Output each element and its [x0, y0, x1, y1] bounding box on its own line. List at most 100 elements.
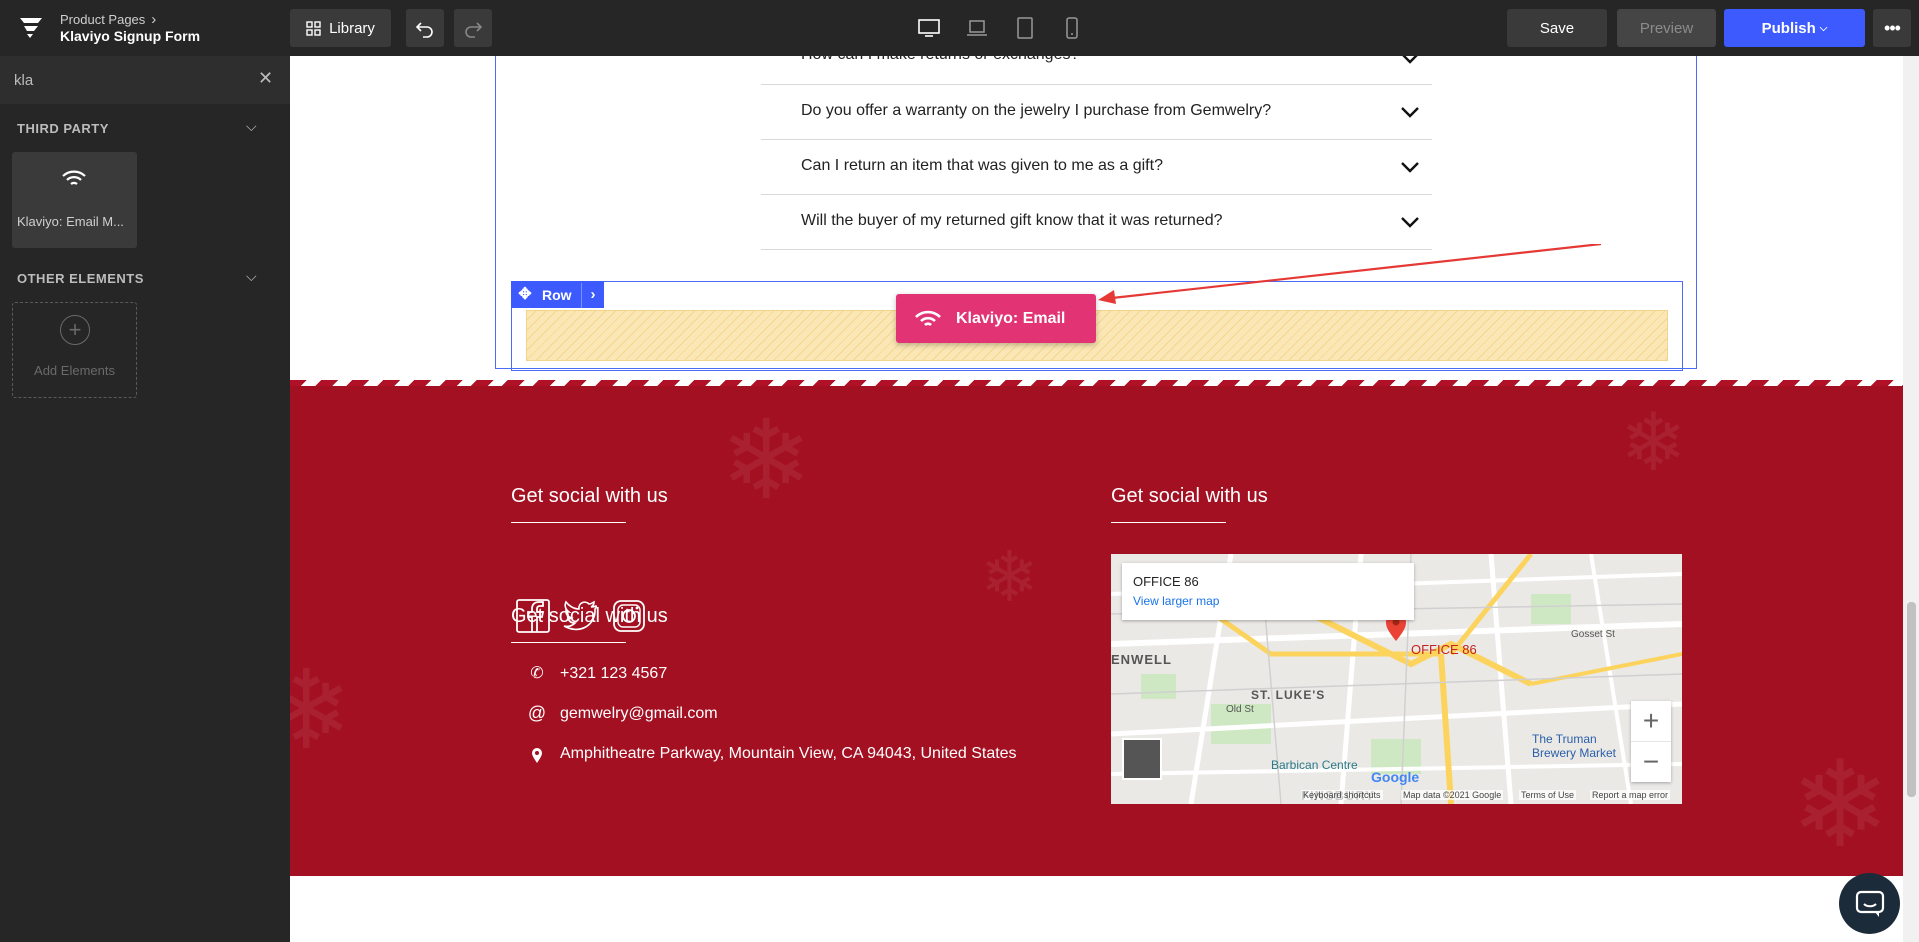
terms-of-use-link[interactable]: Terms of Use [1519, 790, 1577, 800]
element-search: ✕ [0, 56, 290, 104]
publish-label: Publish [1761, 19, 1816, 37]
map-label: Barbican Centre [1271, 758, 1358, 772]
wifi-icon [62, 170, 86, 185]
app-logo-icon[interactable] [18, 14, 44, 40]
row-label: Row [542, 287, 572, 303]
snowflake-icon: ❄ [980, 536, 1039, 618]
more-options-button[interactable]: ••• [1873, 9, 1911, 47]
divider [761, 194, 1432, 195]
undo-icon [415, 22, 433, 38]
publish-button[interactable]: Publish ⌵ [1724, 9, 1865, 47]
elements-sidebar: ✕ THIRD PARTY ⌵ Klaviyo: Email M... OTHE… [0, 56, 290, 942]
faq-question[interactable]: Do you offer a warranty on the jewelry I… [801, 102, 1271, 120]
contact-email[interactable]: gemwelry@gmail.com [560, 705, 718, 723]
view-larger-map-link[interactable]: View larger map [1133, 594, 1219, 608]
mobile-view-button[interactable] [1055, 12, 1089, 44]
page-title: Klaviyo Signup Form [60, 28, 201, 44]
divider [761, 139, 1432, 140]
chevron-down-icon[interactable] [1400, 216, 1420, 228]
map-data-attribution: Map data ©2021 Google [1401, 790, 1504, 800]
element-klaviyo-email[interactable]: Klaviyo: Email M... [12, 152, 137, 248]
faq-question[interactable]: How can I make returns or exchanges? [801, 56, 1079, 64]
add-elements-label: Add Elements [34, 363, 115, 378]
map-zoom-controls: + − [1631, 701, 1671, 782]
redo-icon [465, 22, 483, 38]
tablet-view-button[interactable] [1008, 12, 1042, 44]
dragging-klaviyo-element[interactable]: Klaviyo: Email [896, 294, 1096, 343]
footer-heading-social: Get social with us [511, 485, 668, 507]
save-button[interactable]: Save [1507, 9, 1607, 47]
report-map-error-link[interactable]: Report a map error [1590, 790, 1671, 800]
desktop-view-button[interactable] [912, 12, 946, 44]
chevron-down-icon[interactable] [1400, 56, 1420, 64]
row-toolbar[interactable]: ✥ Row › [511, 281, 604, 308]
faq-question[interactable]: Will the buyer of my returned gift know … [801, 212, 1223, 230]
laptop-view-button[interactable] [960, 12, 994, 44]
chevron-down-icon[interactable] [1400, 161, 1420, 173]
element-label: Klaviyo: Email M... [17, 214, 124, 229]
snowflake-icon: ❄ [1620, 396, 1688, 489]
at-icon: @ [527, 703, 547, 723]
chevron-right-icon[interactable]: › [581, 283, 604, 308]
divider [761, 84, 1432, 85]
contact-address[interactable]: Amphitheatre Parkway, Mountain View, CA … [560, 745, 1017, 763]
plus-icon: + [60, 315, 90, 345]
footer-heading-map: Get social with us [1111, 485, 1268, 507]
search-input[interactable] [14, 69, 244, 91]
close-icon[interactable]: ✕ [258, 68, 273, 89]
redo-button[interactable] [454, 9, 492, 47]
map-label: The Truman Brewery Market [1532, 732, 1617, 760]
keyboard-shortcuts-link[interactable]: Keyboard shortcuts [1301, 790, 1383, 800]
location-pin-icon [532, 748, 542, 763]
google-logo: Google [1371, 769, 1420, 785]
map-info-card: OFFICE 86 View larger map [1122, 563, 1414, 620]
heading-underline [511, 522, 626, 523]
embedded-map[interactable]: ENWELL ST. LUKE'S Barbican Centre The Tr… [1111, 554, 1682, 804]
desktop-icon [918, 19, 940, 37]
mobile-icon [1066, 17, 1078, 39]
undo-button[interactable] [406, 9, 444, 47]
add-elements-tile[interactable]: + Add Elements [12, 302, 137, 398]
library-label: Library [329, 19, 375, 37]
zoom-out-button[interactable]: − [1631, 741, 1671, 781]
map-label: Old St [1226, 704, 1254, 715]
chevron-down-icon[interactable]: ⌵ [246, 268, 257, 285]
laptop-icon [967, 20, 987, 36]
map-pin-label: OFFICE 86 [1411, 642, 1477, 657]
chat-icon [1855, 890, 1884, 917]
heading-underline [511, 642, 626, 643]
page-canvas: How can I make returns or exchanges? Do … [290, 56, 1903, 942]
snowflake-icon: ❄ [290, 646, 353, 774]
footer-heading-contact: Get social with us [511, 605, 668, 627]
contact-phone[interactable]: +321 123 4567 [560, 665, 667, 683]
zoom-in-button[interactable]: + [1631, 701, 1671, 741]
canvas-scrollbar[interactable] [1903, 56, 1919, 942]
heading-underline [1111, 522, 1226, 523]
scrollbar-thumb[interactable] [1907, 602, 1916, 797]
annotation-arrow [1098, 244, 1602, 304]
move-icon[interactable]: ✥ [515, 284, 535, 304]
map-label: Gosset St [1571, 629, 1615, 640]
map-place-title: OFFICE 86 [1133, 574, 1199, 589]
section-title-third-party[interactable]: THIRD PARTY [17, 121, 109, 136]
tablet-icon [1017, 17, 1033, 39]
preview-button[interactable]: Preview [1617, 9, 1716, 47]
map-label: ST. LUKE'S [1251, 688, 1326, 702]
phone-icon: ✆ [530, 665, 544, 682]
library-button[interactable]: Library [290, 9, 391, 47]
editor-topbar: Product Pages Klaviyo Signup Form Librar… [0, 0, 1919, 56]
chevron-down-icon: ⌵ [1819, 22, 1828, 34]
chat-button[interactable] [1839, 873, 1900, 934]
snowflake-icon: ❄ [720, 396, 813, 524]
section-title-other-elements[interactable]: OTHER ELEMENTS [17, 271, 144, 286]
faq-question[interactable]: Can I return an item that was given to m… [801, 157, 1163, 175]
breadcrumb-parent[interactable]: Product Pages [60, 11, 156, 28]
chevron-down-icon[interactable]: ⌵ [246, 118, 257, 135]
drag-label: Klaviyo: Email [956, 309, 1066, 327]
chevron-down-icon[interactable] [1400, 106, 1420, 118]
map-label: ENWELL [1111, 652, 1172, 667]
grid-icon [306, 20, 321, 36]
drop-zone[interactable] [526, 310, 1668, 361]
wifi-icon [915, 310, 941, 326]
snowflake-icon: ❄ [1790, 736, 1891, 875]
